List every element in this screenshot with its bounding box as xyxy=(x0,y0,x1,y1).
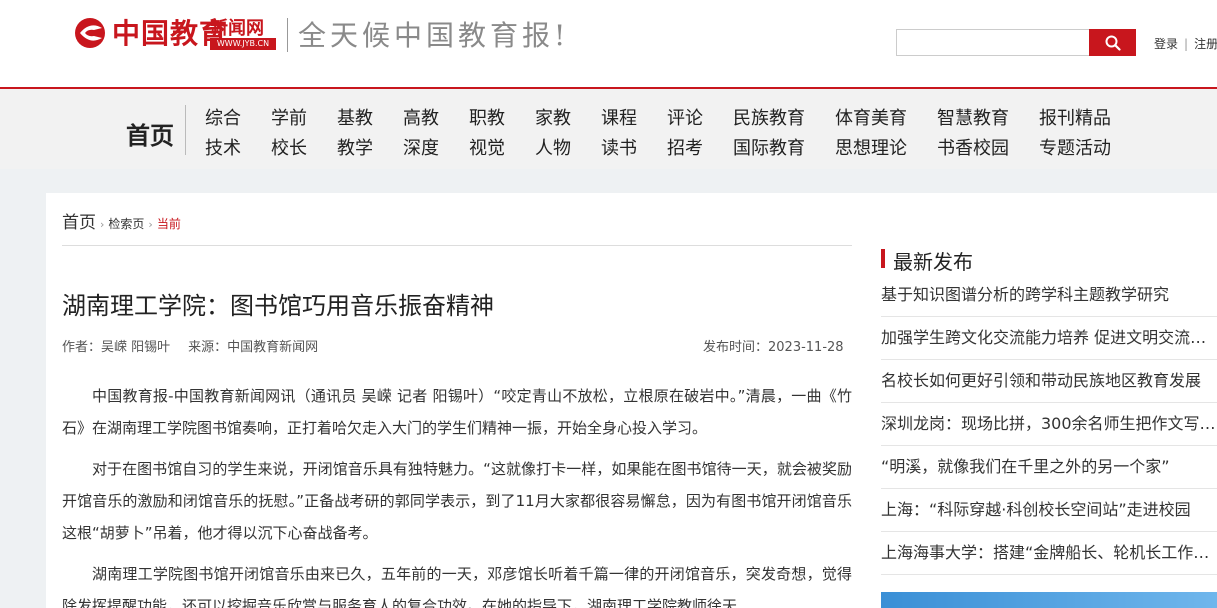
article-paragraph: 湖南理工学院图书馆开闭馆音乐由来已久，五年前的一天，邓彦馆长听着千篇一律的开闭馆… xyxy=(62,565,852,608)
date-value: 2023-11-28 xyxy=(768,340,844,355)
nav-item[interactable]: 综合 xyxy=(205,104,241,130)
sidebar-banner-image[interactable] xyxy=(881,592,1217,608)
article-date: 发布时间：2023-11-28 xyxy=(703,336,844,355)
nav-item[interactable]: 校长 xyxy=(271,134,307,160)
page-background-band xyxy=(0,169,1217,193)
nav-item[interactable]: 课程 xyxy=(601,104,637,130)
nav-item[interactable]: 专题活动 xyxy=(1039,134,1111,160)
sidebar-heading: 最新发布 xyxy=(881,246,973,275)
nav-home[interactable]: 首页 xyxy=(126,116,174,151)
nav-item[interactable]: 民族教育 xyxy=(733,104,805,130)
nav-item[interactable]: 招考 xyxy=(667,134,703,160)
article-meta: 作者：吴嵘 阳锡叶 来源：中国教育新闻网 xyxy=(62,336,318,355)
nav-item[interactable]: 智慧教育 xyxy=(937,104,1009,130)
article-paragraph: 对于在图书馆自习的学生来说，开闭馆音乐具有独特魅力。“这就像打卡一样，如果能在图… xyxy=(62,460,852,542)
date-label: 发布时间： xyxy=(703,340,769,355)
breadcrumb-current: 当前 xyxy=(156,217,181,231)
article-title: 湖南理工学院：图书馆巧用音乐振奋精神 xyxy=(62,292,494,320)
site-header: 中国教育 新闻网 WWW.JYB.CN 全天候中国教育报! 登录 | 注册 xyxy=(0,0,1217,87)
latest-item[interactable]: “明溪，就像我们在千里之外的另一个家” xyxy=(881,446,1217,489)
nav-item[interactable]: 体育美育 xyxy=(835,104,907,130)
nav-item[interactable]: 基教 xyxy=(337,104,373,130)
nav-item[interactable]: 高教 xyxy=(403,104,439,130)
logo-divider xyxy=(287,18,288,52)
main-nav: 首页 综合 学前 基教 高教 职教 家教 课程 评论 民族教育 体育美育 智慧教… xyxy=(0,87,1217,169)
latest-item[interactable]: 加强学生跨文化交流能力培养 促进文明交流互鉴 xyxy=(881,317,1217,360)
nav-item[interactable]: 国际教育 xyxy=(733,134,805,160)
search-button[interactable] xyxy=(1089,29,1136,56)
breadcrumb-search[interactable]: 检索页 xyxy=(108,215,144,232)
page-background-margin xyxy=(0,169,46,608)
logo-url: WWW.JYB.CN xyxy=(210,38,276,50)
latest-item[interactable]: 基于知识图谱分析的跨学科主题教学研究 xyxy=(881,274,1217,317)
nav-item[interactable]: 视觉 xyxy=(469,134,505,160)
article-body: 中国教育报-中国教育新闻网讯（通讯员 吴嵘 记者 阳锡叶）“咬定青山不放松，立根… xyxy=(62,380,852,608)
nav-item[interactable]: 评论 xyxy=(667,104,703,130)
nav-item[interactable]: 教学 xyxy=(337,134,373,160)
divider xyxy=(62,245,852,246)
nav-item[interactable]: 读书 xyxy=(601,134,637,160)
nav-item[interactable]: 人物 xyxy=(535,134,571,160)
account-links: 登录 | 注册 xyxy=(1154,35,1217,52)
latest-item[interactable]: 名校长如何更好引领和带动民族地区教育发展 xyxy=(881,360,1217,403)
nav-item[interactable]: 技术 xyxy=(205,134,241,160)
nav-item[interactable]: 书香校园 xyxy=(937,134,1009,160)
account-separator: | xyxy=(1184,37,1189,51)
author-label: 作者： xyxy=(62,340,102,355)
breadcrumb-arrow-icon: › xyxy=(100,218,105,231)
nav-item[interactable]: 职教 xyxy=(469,104,505,130)
article-author: 吴嵘 阳锡叶 xyxy=(101,340,171,355)
nav-item[interactable]: 思想理论 xyxy=(835,134,907,160)
slogan: 全天候中国教育报! xyxy=(298,19,570,52)
source-label: 来源： xyxy=(188,340,228,355)
register-link[interactable]: 注册 xyxy=(1194,37,1217,51)
search-input[interactable] xyxy=(896,29,1090,56)
nav-item[interactable]: 报刊精品 xyxy=(1039,104,1111,130)
article-source: 中国教育新闻网 xyxy=(227,340,319,355)
article-paragraph: 中国教育报-中国教育新闻网讯（通讯员 吴嵘 记者 阳锡叶）“咬定青山不放松，立根… xyxy=(62,387,852,437)
nav-divider xyxy=(185,105,186,155)
latest-item[interactable]: 上海海事大学：搭建“金牌船长、轮机长工作室” xyxy=(881,532,1217,575)
logo-text-suffix: 新闻网 xyxy=(210,18,264,39)
nav-item[interactable]: 深度 xyxy=(403,134,439,160)
login-link[interactable]: 登录 xyxy=(1154,37,1178,51)
search-icon xyxy=(1105,35,1121,51)
latest-item[interactable]: 深圳龙岗：现场比拼，300余名师生把作文写在田野 xyxy=(881,403,1217,446)
breadcrumb-home[interactable]: 首页 xyxy=(62,208,96,233)
nav-item[interactable]: 学前 xyxy=(271,104,307,130)
latest-list: 基于知识图谱分析的跨学科主题教学研究 加强学生跨文化交流能力培养 促进文明交流互… xyxy=(881,274,1217,575)
latest-item[interactable]: 上海：“科际穿越·科创校长空间站”走进校园 xyxy=(881,489,1217,532)
nav-item[interactable]: 家教 xyxy=(535,104,571,130)
breadcrumb-arrow-icon: › xyxy=(148,218,153,231)
logo-icon[interactable] xyxy=(72,16,108,50)
breadcrumb: 首页 › 检索页 › 当前 xyxy=(62,208,181,233)
